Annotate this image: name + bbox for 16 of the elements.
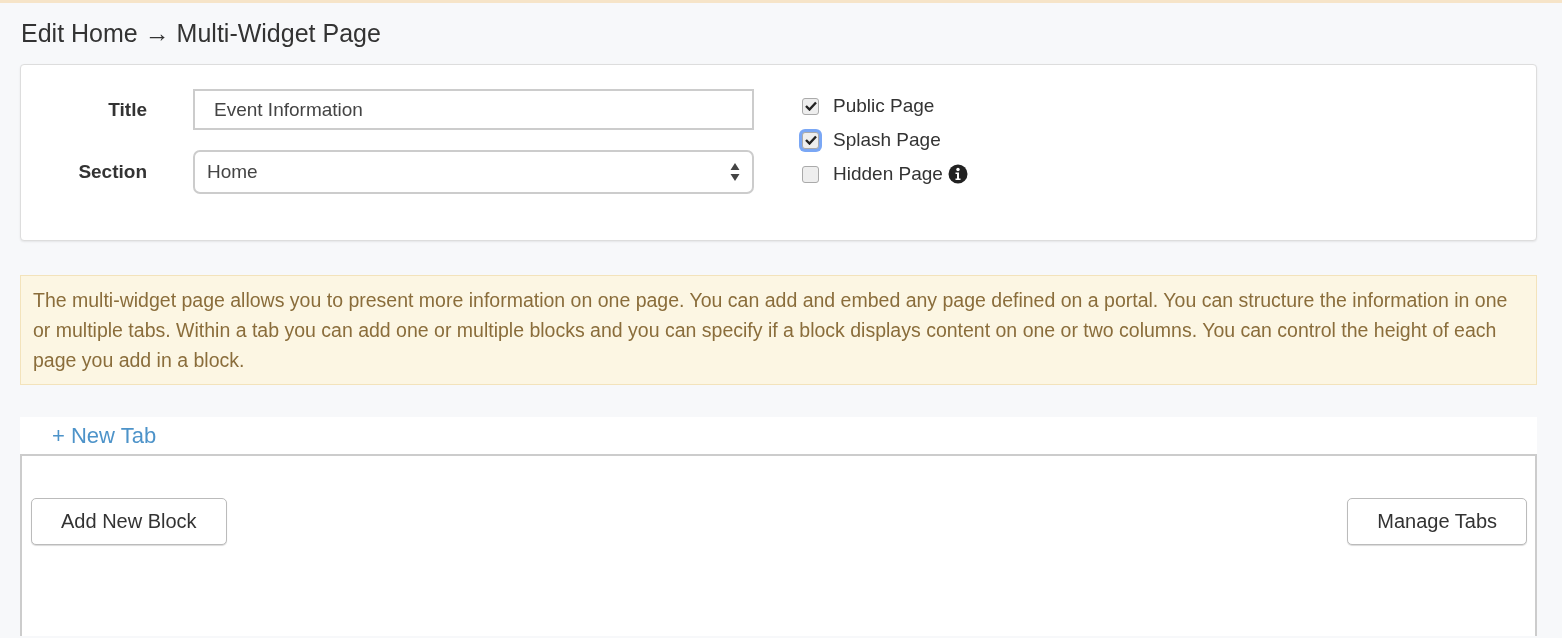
field-label: Section (77, 161, 147, 183)
section-select[interactable]: Home (193, 150, 754, 194)
title-input[interactable]: Event Information (193, 89, 754, 130)
info-notice: The multi-widget page allows you to present more information on one page. You can add and embed any page defined on a portal. You can structure the information in one or multiple tabs. Within a tab you can add one or multiple blocks and you can specify if a block displays content on one or two columns. You can control the height of each page you add in a block. (20, 275, 1537, 385)
checkbox[interactable] (802, 131, 819, 149)
add-block-button[interactable]: Add New Block (31, 498, 227, 545)
checkbox-label: Splash Page (833, 129, 941, 151)
page-title: Edit Home → Multi-Widget Page (21, 19, 382, 48)
checkbox[interactable] (802, 165, 819, 183)
updown-icon (730, 162, 740, 182)
manage-tabs-button[interactable]: Manage Tabs (1347, 498, 1527, 545)
info-icon (947, 164, 968, 184)
checkbox-label: Public Page (833, 95, 935, 117)
field-label: Title (107, 98, 147, 121)
checkbox-label: Hidden Page (833, 163, 943, 185)
checkbox[interactable] (802, 97, 819, 115)
